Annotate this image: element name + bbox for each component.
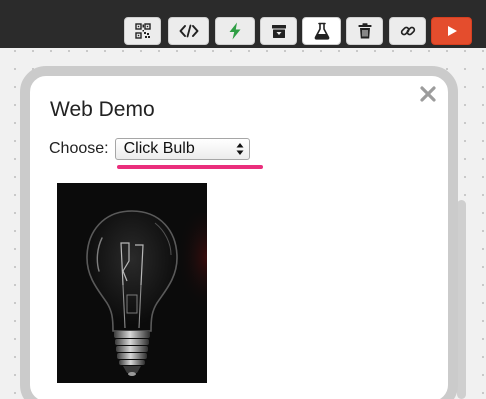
choose-row: Choose: Click Bulb [49,137,250,161]
close-button[interactable] [416,82,440,106]
demo-card: Web Demo Choose: Click Bulb [20,66,458,399]
link-button[interactable] [389,17,426,45]
run-button[interactable] [431,17,472,45]
embed-code-button[interactable] [168,17,209,45]
lab-button[interactable] [302,17,341,45]
select-value: Click Bulb [123,140,195,157]
link-icon [400,26,415,36]
scrollbar[interactable] [457,200,466,399]
archive-box-icon [271,24,286,38]
qr-code-button[interactable] [124,17,161,45]
select-arrows-icon [236,143,244,155]
toolbar [0,0,486,48]
light-bulb-image[interactable] [57,183,207,383]
lightning-icon [229,22,241,40]
power-button[interactable] [215,17,255,45]
flask-icon [314,22,329,40]
archive-button[interactable] [260,17,297,45]
qr-code-icon [134,23,151,39]
light-bulb-icon [57,183,207,383]
choose-label: Choose: [49,140,109,157]
select-highlight-underline [117,165,263,169]
delete-button[interactable] [346,17,383,45]
choose-select[interactable]: Click Bulb [114,138,250,160]
play-icon [447,26,457,36]
trash-icon [358,23,371,39]
code-icon [179,24,198,38]
close-icon [420,86,436,102]
card-title: Web Demo [50,98,155,121]
